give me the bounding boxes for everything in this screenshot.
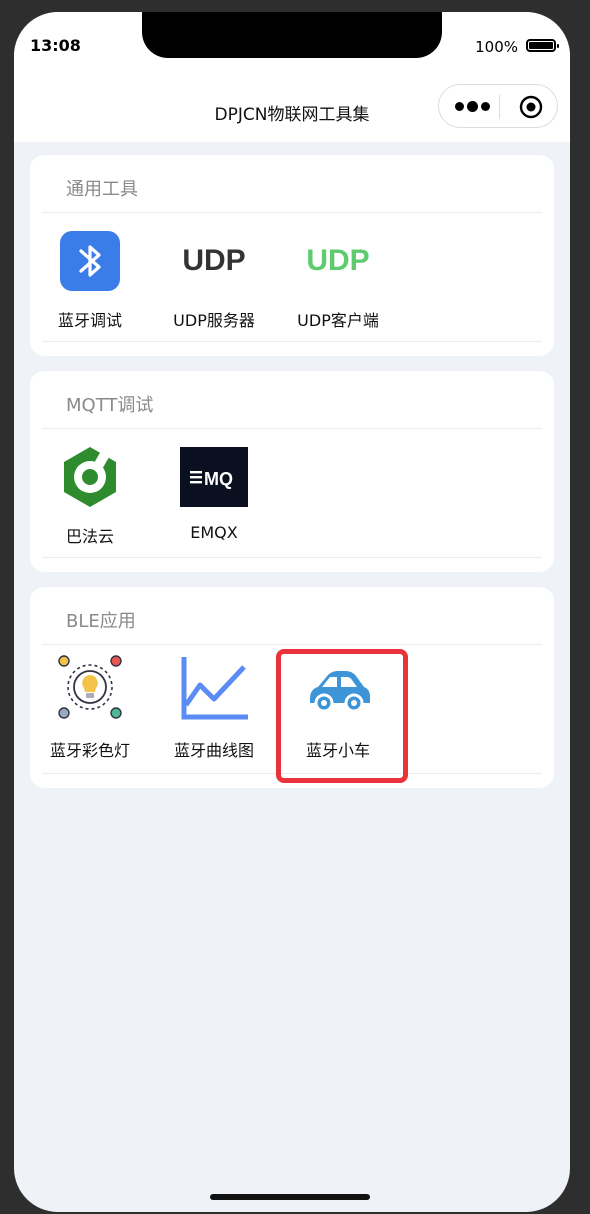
item-label: EMQX: [190, 523, 238, 542]
close-miniprogram-icon[interactable]: [519, 95, 543, 119]
udp-client-icon: UDP: [306, 244, 370, 277]
tool-ble-line-chart[interactable]: 蓝牙曲线图: [154, 653, 274, 769]
notch: [142, 12, 442, 58]
item-label: 巴法云: [65, 527, 114, 546]
section-title: 通用工具: [66, 179, 138, 200]
tool-emqx[interactable]: MQ EMQX: [154, 443, 274, 553]
bluetooth-icon: [60, 231, 120, 291]
section-title: MQTT调试: [66, 395, 154, 416]
section-mqtt-debug: MQTT调试 巴法云 MQ EMQX: [30, 371, 554, 572]
bafayun-logo-icon: [64, 447, 116, 507]
divider: [42, 428, 542, 429]
miniprogram-capsule: [438, 84, 558, 128]
nav-bar: DPJCN物联网工具集: [14, 82, 570, 142]
divider: [42, 212, 542, 213]
item-label: UDP服务器: [173, 311, 255, 330]
svg-text:MQ: MQ: [204, 469, 233, 489]
emqx-logo-icon: MQ: [180, 447, 248, 507]
tool-bafayun[interactable]: 巴法云: [30, 443, 150, 553]
section-title: BLE应用: [66, 611, 136, 632]
item-label: UDP客户端: [297, 311, 379, 330]
line-chart-icon: [181, 657, 248, 720]
tool-ble-color-light[interactable]: 蓝牙彩色灯: [30, 653, 150, 769]
home-indicator: [210, 1194, 370, 1200]
battery-icon: [526, 39, 559, 52]
tool-bluetooth-debug[interactable]: 蓝牙调试: [30, 227, 150, 337]
divider: [42, 644, 542, 645]
phone-screen: 13:08 100% DPJCN物联网工具集 通用工具 蓝牙调试 UDP UDP…: [14, 12, 570, 1212]
item-label: 蓝牙彩色灯: [49, 741, 130, 760]
divider: [42, 557, 542, 558]
color-light-icon: [58, 655, 122, 719]
battery-percent: 100%: [475, 38, 518, 56]
more-icon[interactable]: [453, 95, 493, 119]
udp-server-icon: UDP: [182, 244, 246, 277]
divider: [42, 341, 542, 342]
tool-udp-client[interactable]: UDP UDP客户端: [278, 227, 398, 337]
section-general-tools: 通用工具 蓝牙调试 UDP UDP服务器 UDP UDP客户端: [30, 155, 554, 356]
tool-udp-server[interactable]: UDP UDP服务器: [154, 227, 274, 337]
status-time: 13:08: [30, 36, 81, 55]
capsule-divider: [499, 95, 500, 119]
selection-highlight: [276, 649, 408, 783]
item-label: 蓝牙曲线图: [173, 741, 254, 760]
item-label: 蓝牙调试: [57, 311, 122, 330]
